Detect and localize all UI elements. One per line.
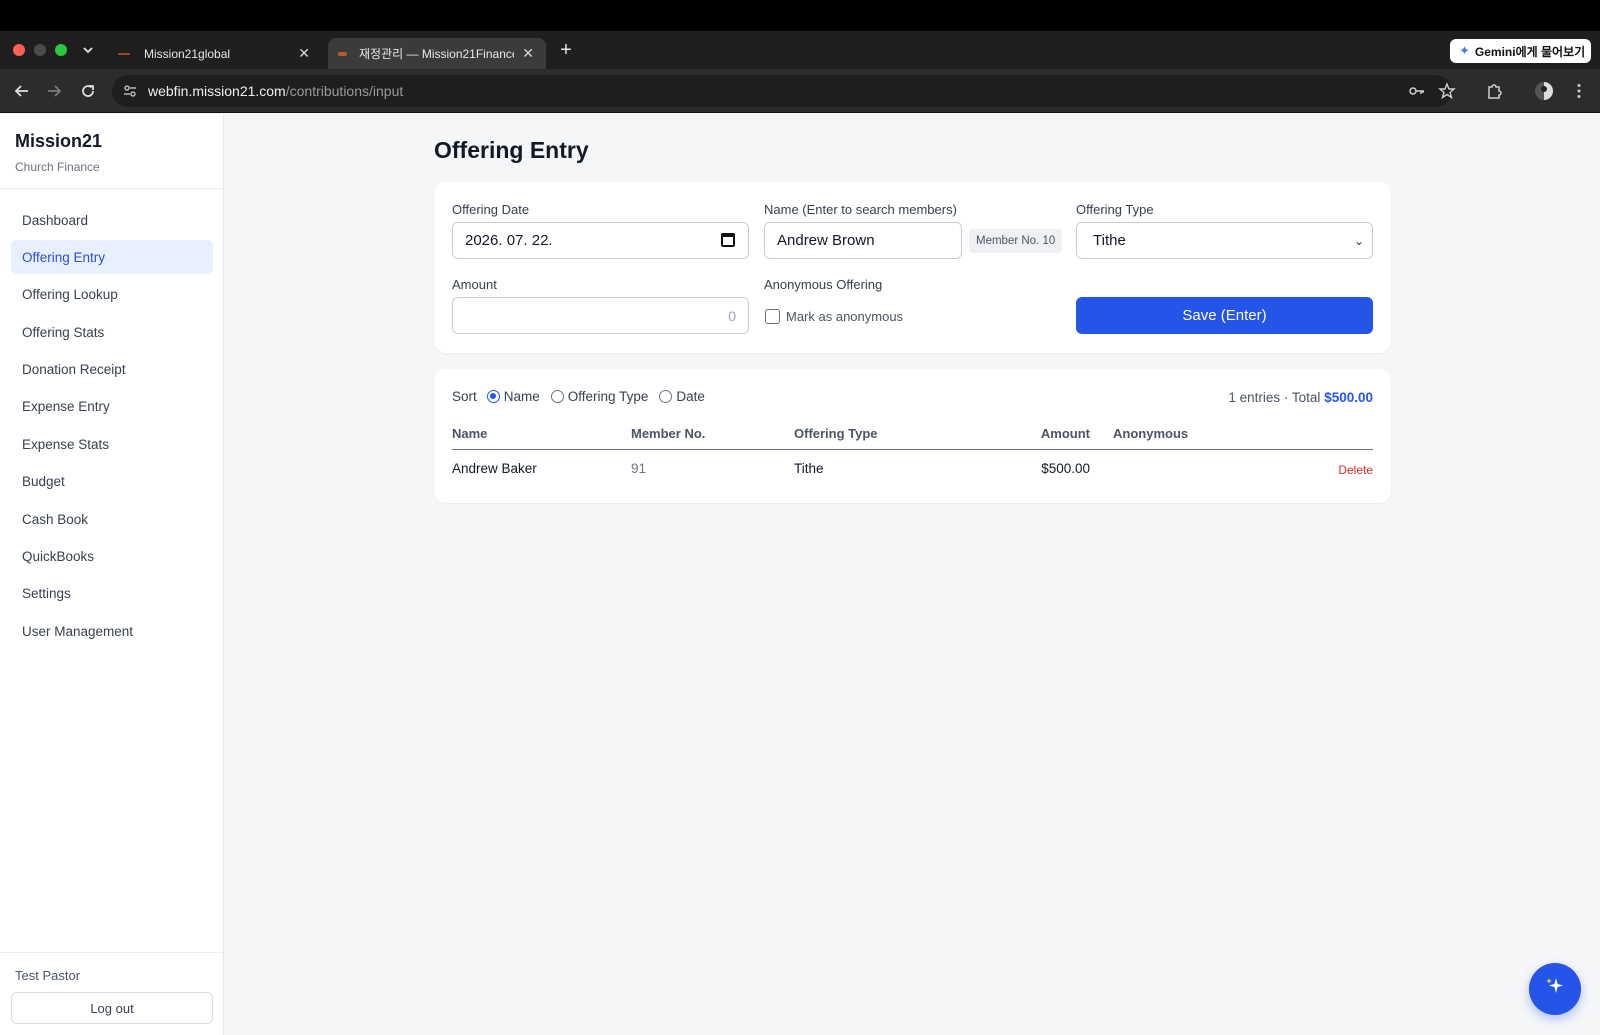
- offering-type-label: Offering Type: [1076, 202, 1154, 217]
- new-tab-plus-icon[interactable]: +: [556, 38, 576, 62]
- gemini-button[interactable]: ✦ Gemini에게 물어보기: [1450, 39, 1591, 63]
- sidebar-item-dashboard[interactable]: Dashboard: [11, 203, 213, 237]
- divider: [0, 188, 223, 189]
- amount-label: Amount: [452, 277, 497, 292]
- summary-count: 1 entries · Total: [1228, 390, 1325, 405]
- password-key-icon[interactable]: [1407, 81, 1427, 101]
- sidebar-item-expense-entry[interactable]: Expense Entry: [11, 390, 213, 424]
- url-path: /contributions/input: [285, 83, 404, 99]
- sidebar-item-budget[interactable]: Budget: [11, 465, 213, 499]
- favicon-icon: [338, 51, 347, 56]
- back-arrow-icon[interactable]: [12, 81, 32, 101]
- profile-avatar-icon[interactable]: [1534, 81, 1554, 101]
- sort-label: Sort: [452, 389, 477, 404]
- tab-title: Mission21global: [144, 46, 231, 61]
- browser-tab-1[interactable]: Mission21global ✕: [108, 38, 322, 69]
- url-text: webfin.mission21.com/contributions/input: [148, 83, 403, 99]
- sparkles-icon: [1544, 975, 1566, 1003]
- gemini-sparkle-icon: ✦: [1459, 43, 1470, 58]
- url-host: webfin.mission21.com: [148, 83, 286, 99]
- browser-tab-2[interactable]: 재정관리 — Mission21Finance W ✕: [328, 38, 546, 69]
- close-tab-icon[interactable]: ✕: [298, 45, 310, 62]
- ai-assistant-button[interactable]: [1529, 963, 1581, 1015]
- divider: [0, 952, 223, 953]
- offering-date-value: 2026. 07. 22.: [465, 232, 553, 249]
- amount-value: 0: [728, 308, 736, 324]
- row-name: Andrew Baker: [452, 461, 537, 476]
- calendar-icon[interactable]: [721, 233, 735, 247]
- sidebar-item-donation-receipt[interactable]: Donation Receipt: [11, 353, 213, 387]
- brand-subtitle: Church Finance: [15, 160, 100, 174]
- row-amount: $500.00: [1041, 461, 1090, 476]
- logout-button[interactable]: Log out: [11, 992, 213, 1024]
- browser-toolbar: webfin.mission21.com/contributions/input: [0, 69, 1600, 113]
- sort-offering-type-label[interactable]: Offering Type: [568, 389, 649, 404]
- site-settings-icon[interactable]: [122, 83, 138, 99]
- member-number-badge: Member No. 10: [969, 229, 1063, 253]
- summary-total: $500.00: [1324, 390, 1373, 405]
- tab-title: 재정관리 — Mission21Finance W: [359, 47, 515, 61]
- amount-input[interactable]: 0: [452, 297, 749, 334]
- current-user-name: Test Pastor: [15, 968, 81, 983]
- brand-name: Mission21: [15, 131, 103, 151]
- row-offering-type: Tithe: [794, 461, 824, 476]
- offering-date-input[interactable]: 2026. 07. 22.: [452, 222, 749, 259]
- sidebar-item-expense-stats[interactable]: Expense Stats: [11, 427, 213, 461]
- offering-type-select[interactable]: Tithe ⌄: [1076, 222, 1373, 259]
- tab-search-chevron-icon[interactable]: [80, 39, 96, 61]
- name-label: Name (Enter to search members): [764, 202, 957, 217]
- chevron-down-icon: ⌄: [1353, 234, 1364, 248]
- member-name-value: Andrew Brown: [777, 232, 875, 249]
- column-header-name[interactable]: Name: [452, 426, 487, 441]
- offering-type-value: Tithe: [1093, 232, 1126, 249]
- sidebar-nav: Dashboard Offering Entry Offering Lookup…: [11, 203, 213, 652]
- sort-name-label[interactable]: Name: [504, 389, 540, 404]
- forward-arrow-icon[interactable]: [44, 81, 64, 101]
- browser-menu-dots-icon[interactable]: [1569, 81, 1589, 101]
- sidebar-item-user-management[interactable]: User Management: [11, 614, 213, 648]
- maximize-window-button[interactable]: [55, 44, 67, 56]
- bookmark-star-icon[interactable]: [1437, 81, 1457, 101]
- entries-summary: 1 entries · Total $500.00: [1228, 390, 1373, 405]
- column-header-amount[interactable]: Amount: [1041, 426, 1090, 441]
- sidebar-item-cash-book[interactable]: Cash Book: [11, 502, 213, 536]
- extensions-puzzle-icon[interactable]: [1484, 81, 1504, 101]
- sidebar-item-offering-lookup[interactable]: Offering Lookup: [11, 278, 213, 312]
- minimize-window-button[interactable]: [34, 44, 46, 56]
- anonymous-checkbox[interactable]: [765, 309, 780, 324]
- os-menubar: [0, 0, 1600, 31]
- anonymous-checkbox-label[interactable]: Mark as anonymous: [786, 309, 903, 324]
- sidebar-item-offering-entry[interactable]: Offering Entry: [11, 240, 213, 275]
- row-member-no: 91: [631, 461, 647, 476]
- member-name-input[interactable]: Andrew Brown: [764, 222, 962, 259]
- sort-controls: Sort Name Offering Type Date: [452, 389, 716, 404]
- browser-tabstrip: Mission21global ✕ 재정관리 — Mission21Financ…: [0, 31, 1600, 69]
- close-window-button[interactable]: [13, 44, 25, 56]
- sort-offering-type-radio[interactable]: [550, 390, 564, 403]
- offering-form-card: Offering Date 2026. 07. 22. Name (Enter …: [434, 182, 1391, 353]
- sort-date-label[interactable]: Date: [676, 389, 705, 404]
- column-header-member-no[interactable]: Member No.: [631, 426, 705, 441]
- sidebar-item-settings[interactable]: Settings: [11, 577, 213, 611]
- sidebar-item-offering-stats[interactable]: Offering Stats: [11, 315, 213, 349]
- table-header-divider: [452, 449, 1373, 450]
- offering-list-card: Sort Name Offering Type Date 1 entries ·…: [434, 369, 1391, 503]
- reload-icon[interactable]: [78, 81, 98, 101]
- offering-date-label: Offering Date: [452, 202, 530, 217]
- column-header-anonymous[interactable]: Anonymous: [1113, 426, 1188, 441]
- close-tab-icon[interactable]: ✕: [522, 45, 534, 62]
- favicon-icon: [118, 52, 130, 55]
- address-bar[interactable]: webfin.mission21.com/contributions/input: [112, 75, 1452, 107]
- sort-date-radio[interactable]: [659, 390, 673, 403]
- delete-row-button[interactable]: Delete: [1338, 463, 1373, 477]
- gemini-button-label: Gemini에게 물어보기: [1474, 44, 1586, 59]
- sort-name-radio[interactable]: [486, 390, 500, 403]
- sidebar-item-quickbooks[interactable]: QuickBooks: [11, 540, 213, 574]
- sidebar: Mission21 Church Finance Dashboard Offer…: [0, 114, 224, 1035]
- page-title: Offering Entry: [434, 137, 589, 163]
- anonymous-offering-label: Anonymous Offering: [764, 277, 883, 292]
- column-header-offering-type[interactable]: Offering Type: [794, 426, 878, 441]
- save-button[interactable]: Save (Enter): [1076, 297, 1373, 334]
